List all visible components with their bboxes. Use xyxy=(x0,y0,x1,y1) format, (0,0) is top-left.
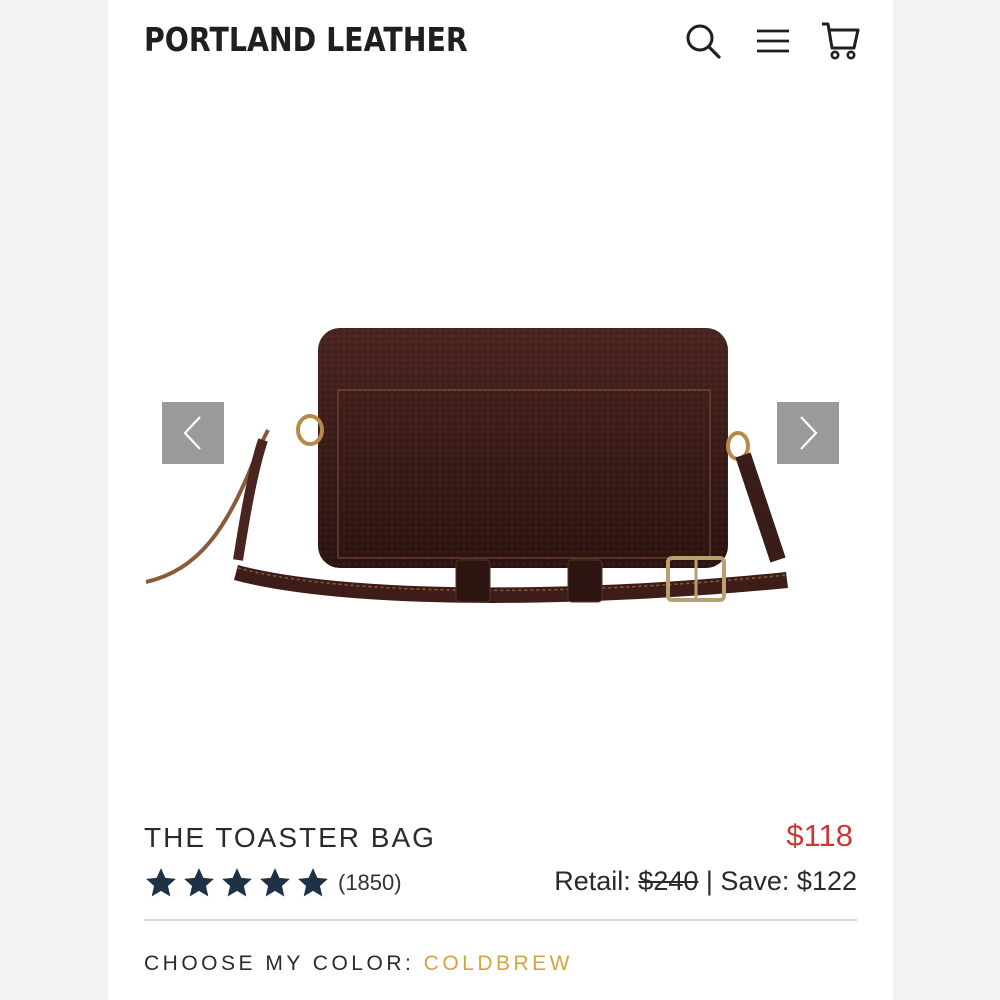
star-icon xyxy=(182,866,216,900)
selected-color: COLDBREW xyxy=(423,952,574,975)
product-image xyxy=(145,328,788,603)
star-icon xyxy=(220,866,254,900)
divider xyxy=(144,919,857,921)
star-icon xyxy=(144,866,178,900)
cart-icon xyxy=(822,22,860,60)
star-icon xyxy=(296,866,330,900)
save-amount: | Save: $122 xyxy=(698,866,857,896)
retail-price-line: Retail: $240 | Save: $122 xyxy=(554,866,857,897)
search-icon xyxy=(686,24,721,59)
review-count[interactable]: (1850) xyxy=(338,870,402,896)
product-price: $118 xyxy=(786,818,853,853)
star-icon xyxy=(258,866,292,900)
product-page: PORTLAND LEATHER THE TOASTER BAG $118 (1… xyxy=(108,0,893,1000)
product-title: THE TOASTER BAG xyxy=(144,822,436,853)
previous-image-button[interactable] xyxy=(162,402,224,464)
color-label: CHOOSE MY COLOR: xyxy=(144,952,424,975)
retail-price: $240 xyxy=(638,866,699,896)
brand-logo[interactable]: PORTLAND LEATHER xyxy=(144,20,468,59)
search-button[interactable] xyxy=(682,20,724,62)
menu-icon xyxy=(757,29,789,53)
rating-stars[interactable]: (1850) xyxy=(144,866,402,900)
chevron-left-icon xyxy=(183,416,201,450)
color-selector-label: CHOOSE MY COLOR: COLDBREW xyxy=(144,952,573,976)
menu-button[interactable] xyxy=(752,20,794,62)
next-image-button[interactable] xyxy=(777,402,839,464)
site-header: PORTLAND LEATHER xyxy=(108,0,893,86)
cart-button[interactable] xyxy=(820,20,862,62)
chevron-right-icon xyxy=(800,416,818,450)
product-image-gallery[interactable] xyxy=(108,110,893,770)
retail-label: Retail: xyxy=(554,866,639,896)
